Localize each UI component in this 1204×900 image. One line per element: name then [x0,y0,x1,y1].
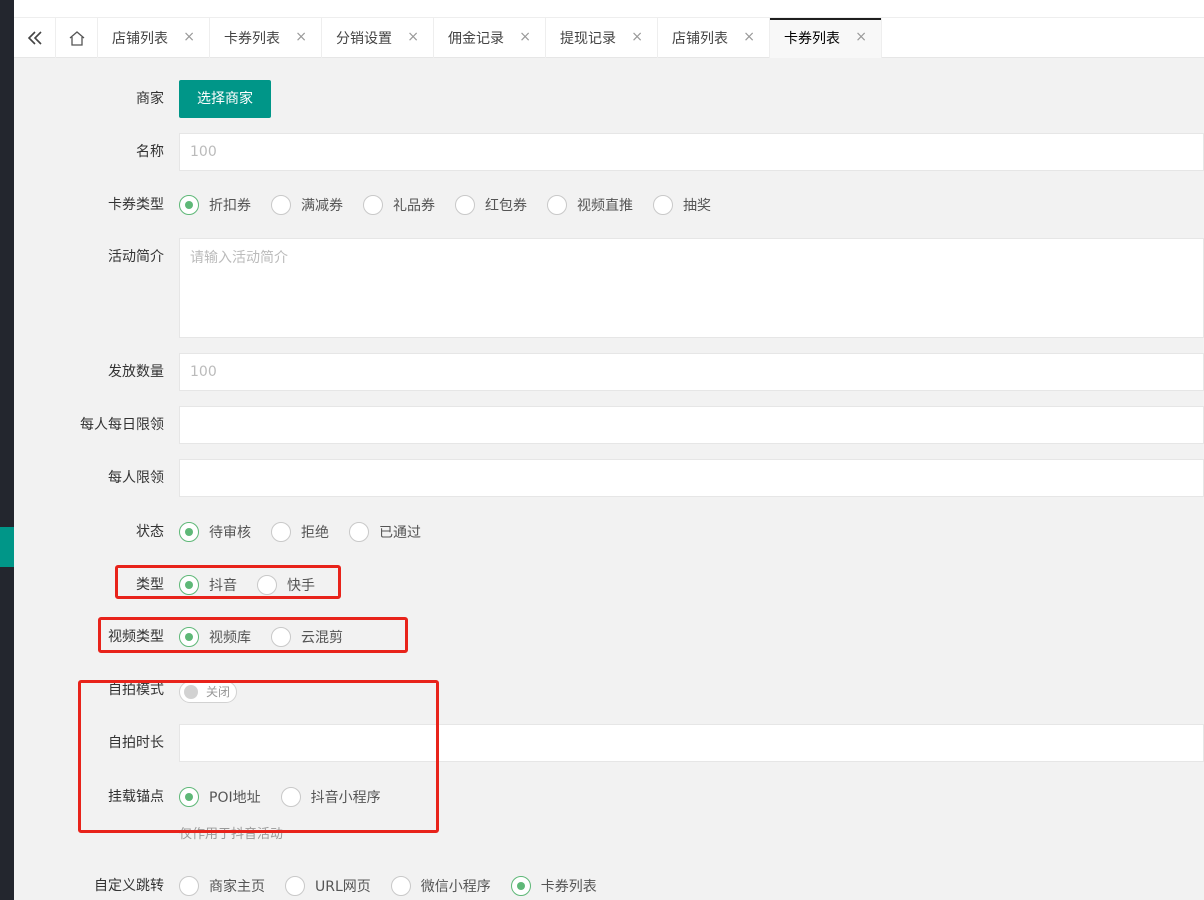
radio-pending[interactable]: 待审核 [179,522,251,542]
merchant-label: 商家 [136,91,164,107]
name-label: 名称 [136,144,164,160]
sidebar-active-indicator [0,527,14,567]
radio-coupon-list[interactable]: 卡券列表 [510,876,597,896]
per-limit-row: 每人限领 [14,459,1204,497]
radio-label: 红包券 [485,198,527,214]
radio-label: 满减券 [301,198,343,214]
radio-label: 礼品券 [393,198,435,214]
daily-limit-input[interactable] [179,406,1204,444]
left-sidebar-strip [0,0,14,900]
tab-shop-list[interactable]: 店铺列表 × [98,18,210,58]
radio-label: 已通过 [379,525,421,541]
intro-label: 活动简介 [108,249,164,265]
close-icon[interactable]: × [519,29,531,45]
coupon-type-label: 卡券类型 [108,197,164,213]
radio-red-packet[interactable]: 红包券 [455,195,527,215]
tab-label: 卡券列表 [224,31,280,47]
radio-url-page[interactable]: URL网页 [285,876,371,896]
radio-unchecked-icon [271,195,291,215]
radio-video-push[interactable]: 视频直推 [547,195,633,215]
close-icon[interactable]: × [631,29,643,45]
highlight-box-selfie-anchor [78,680,439,833]
close-icon[interactable]: × [407,29,419,45]
page-tabs: 店铺列表 × 卡券列表 × 分销设置 × 佣金记录 × 提现记录 × 店铺列表 × 卡券列表… [14,18,1204,58]
intro-row: 活动简介 请输入活动简介 [14,238,1204,338]
radio-full-reduction[interactable]: 满减券 [271,195,343,215]
radio-gift[interactable]: 礼品券 [363,195,435,215]
radio-label: 微信小程序 [420,879,491,895]
tab-commission-records[interactable]: 佣金记录 × [434,18,546,58]
daily-limit-label: 每人每日限领 [80,417,164,433]
tab-label: 提现记录 [560,31,616,47]
radio-unchecked-icon [271,522,291,542]
radio-unchecked-icon [349,522,369,542]
close-icon[interactable]: × [295,29,307,45]
name-input[interactable]: 100 [179,133,1204,171]
merchant-row: 商家 选择商家 [14,80,1204,118]
radio-discount[interactable]: 折扣券 [179,195,251,215]
custom-jump-label: 自定义跳转 [94,878,164,894]
tab-distribution-settings[interactable]: 分销设置 × [322,18,434,58]
tab-coupon-list-active[interactable]: 卡券列表 × [770,18,882,58]
radio-checked-icon [179,195,199,215]
tab-label: 卡券列表 [784,31,840,47]
radio-label: 拒绝 [301,525,329,541]
tab-label: 店铺列表 [112,31,168,47]
quantity-input[interactable]: 100 [179,353,1204,391]
per-limit-input[interactable] [179,459,1204,497]
radio-rejected[interactable]: 拒绝 [271,522,329,542]
radio-unchecked-icon [179,876,199,896]
per-limit-label: 每人限领 [108,470,164,486]
radio-unchecked-icon [653,195,673,215]
close-icon[interactable]: × [183,29,195,45]
radio-lottery[interactable]: 抽奖 [653,195,711,215]
radio-label: 折扣券 [209,198,251,214]
radio-unchecked-icon [390,876,411,896]
coupon-type-row: 卡券类型 折扣券 满减券 礼品券 红包券 视频直推 抽奖 [14,193,1204,217]
close-icon[interactable]: × [855,29,867,45]
radio-checked-icon [510,876,531,896]
custom-jump-row: 自定义跳转 商家主页 URL网页 微信小程序 卡券列表 [14,874,1204,898]
tab-withdrawal-records[interactable]: 提现记录 × [546,18,658,58]
status-label: 状态 [136,524,164,540]
radio-approved[interactable]: 已通过 [349,522,421,542]
radio-merchant-home[interactable]: 商家主页 [179,876,265,896]
select-merchant-button[interactable]: 选择商家 [179,80,271,118]
radio-checked-icon [179,522,199,542]
radio-unchecked-icon [547,195,567,215]
tab-label: 佣金记录 [448,31,504,47]
intro-textarea[interactable]: 请输入活动简介 [179,238,1204,338]
radio-label: 视频直推 [577,198,633,214]
tab-shop-list-2[interactable]: 店铺列表 × [658,18,770,58]
collapse-tabs-icon[interactable] [14,18,56,58]
highlight-box-type [115,565,341,599]
home-icon[interactable] [56,18,98,58]
radio-label: 抽奖 [683,198,711,214]
radio-label: URL网页 [315,879,371,895]
top-header-bar [14,0,1204,18]
daily-limit-row: 每人每日限领 [14,406,1204,444]
radio-label: 卡券列表 [540,879,597,895]
quantity-label: 发放数量 [108,364,164,380]
quantity-row: 发放数量 100 [14,353,1204,391]
radio-unchecked-icon [285,876,305,896]
radio-unchecked-icon [455,195,475,215]
radio-label: 商家主页 [209,879,265,895]
highlight-box-video-type [98,617,408,653]
radio-label: 待审核 [209,525,251,541]
radio-unchecked-icon [363,195,383,215]
tab-coupon-list[interactable]: 卡券列表 × [210,18,322,58]
tab-label: 店铺列表 [672,31,728,47]
tab-label: 分销设置 [336,31,392,47]
name-row: 名称 100 [14,133,1204,171]
status-row: 状态 待审核 拒绝 已通过 [14,520,1204,544]
radio-wechat-miniprogram[interactable]: 微信小程序 [390,876,491,896]
close-icon[interactable]: × [743,29,755,45]
